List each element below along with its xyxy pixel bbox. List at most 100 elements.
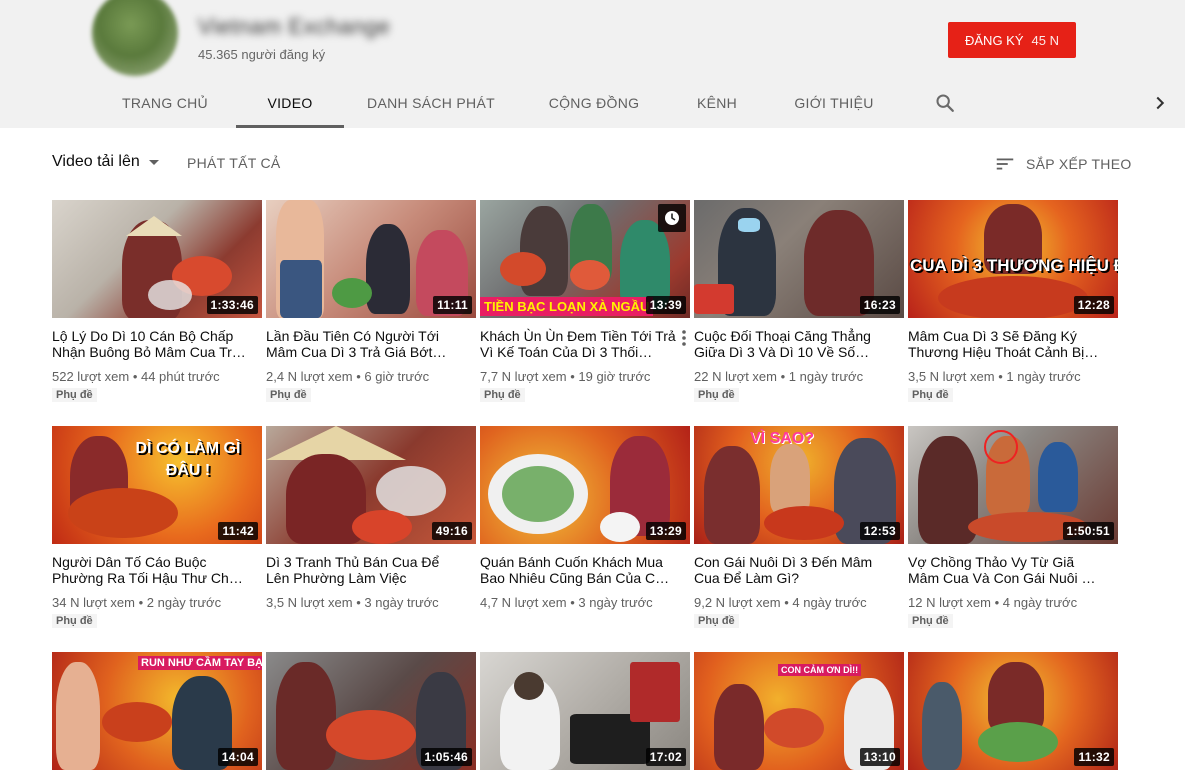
sort-label: SẮP XẾP THEO xyxy=(1026,156,1132,172)
video-duration: 1:33:46 xyxy=(206,296,258,314)
tab-community[interactable]: CỘNG ĐỒNG xyxy=(538,80,650,128)
sort-icon xyxy=(996,158,1014,170)
subtitles-badge: Phụ đề xyxy=(52,614,97,628)
subtitles-badge: Phụ đề xyxy=(266,388,311,402)
video-thumbnail[interactable]: 1:05:46 xyxy=(266,652,476,770)
video-thumbnail[interactable]: 49:16 xyxy=(266,426,476,544)
thumbnail-overlay-text: DÌ CÓ LÀM GÌ ĐÂU ! xyxy=(135,440,241,479)
video-title[interactable]: Dì 3 Tranh Thủ Bán Cua Để Lên Phường Làm… xyxy=(266,554,476,586)
video-thumbnail[interactable]: 13:29 xyxy=(480,426,690,544)
video-thumbnail[interactable]: RUN NHƯ CẦM TAY BẠN TRAI 14:04 xyxy=(52,652,262,770)
video-duration: 12:53 xyxy=(859,522,900,540)
view-count: 7,7 N lượt xem xyxy=(480,369,567,384)
video-card[interactable]: CON CẢM ƠN DÌ!! 13:10 xyxy=(694,652,904,770)
video-duration: 14:04 xyxy=(217,748,258,766)
uploads-label: Video tải lên xyxy=(52,153,140,170)
subtitles-badge: Phụ đề xyxy=(694,614,739,628)
video-title[interactable]: Người Dân Tố Cáo Buộc Phường Ra Tối Hậu … xyxy=(52,554,262,586)
video-duration: 13:10 xyxy=(859,748,900,766)
chevron-right-icon[interactable] xyxy=(1149,92,1171,114)
video-title[interactable]: Khách Ùn Ùn Đem Tiền Tới Trả Vì Kế Toán … xyxy=(480,328,690,360)
subscribe-label: ĐĂNG KÝ xyxy=(965,32,1024,48)
video-meta: 7,7 N lượt xem • 19 giờ trước xyxy=(480,369,651,384)
tab-playlists[interactable]: DANH SÁCH PHÁT xyxy=(358,80,504,128)
video-card[interactable]: 17:02 xyxy=(480,652,690,770)
upload-age: 6 giờ trước xyxy=(364,369,430,384)
upload-age: 4 ngày trước xyxy=(1002,595,1078,610)
video-duration: 13:39 xyxy=(645,296,686,314)
view-count: 4,7 N lượt xem xyxy=(480,595,567,610)
video-thumbnail[interactable]: 11:32 xyxy=(908,652,1118,770)
video-duration: 12:28 xyxy=(1073,296,1114,314)
video-title[interactable]: Mâm Cua Dì 3 Sẽ Đăng Ký Thương Hiệu Thoá… xyxy=(908,328,1118,360)
video-card[interactable]: 49:16 Dì 3 Tranh Thủ Bán Cua Để Lên Phườ… xyxy=(266,426,476,610)
video-title[interactable]: Lộ Lý Do Dì 10 Cán Bộ Chấp Nhận Buông Bỏ… xyxy=(52,328,262,360)
video-meta: 3,5 N lượt xem • 1 ngày trước xyxy=(908,369,1081,384)
video-duration: 13:29 xyxy=(645,522,686,540)
video-thumbnail[interactable]: 1:33:46 xyxy=(52,200,262,318)
video-title[interactable]: Quán Bánh Cuốn Khách Mua Bao Nhiêu Cũng … xyxy=(480,554,690,586)
video-card[interactable]: 16:23 Cuộc Đối Thoại Căng Thẳng Giữa Dì … xyxy=(694,200,904,403)
more-vert-icon[interactable] xyxy=(678,328,690,348)
video-meta: 522 lượt xem • 44 phút trước xyxy=(52,369,220,384)
video-thumbnail[interactable]: 17:02 xyxy=(480,652,690,770)
video-card[interactable]: VÌ SAO? 12:53 Con Gái Nuôi Dì 3 Đến Mâm … xyxy=(694,426,904,629)
view-count: 9,2 N lượt xem xyxy=(694,595,781,610)
video-card[interactable]: TIỀN BẠC LOẠN XÀ NGẦU 13:39 Khách Ùn Ùn … xyxy=(480,200,690,403)
caret-down-icon xyxy=(148,160,159,165)
play-all-button[interactable]: PHÁT TẤT CẢ xyxy=(187,155,281,171)
upload-age: 1 ngày trước xyxy=(788,369,864,384)
video-title[interactable]: Cuộc Đối Thoại Căng Thẳng Giữa Dì 3 Và D… xyxy=(694,328,904,360)
video-meta: 4,7 N lượt xem • 3 ngày trước xyxy=(480,595,653,610)
video-card[interactable]: CUA DÌ 3 THƯƠNG HIỆU ĐỘC QUYỀN 12:28 Mâm… xyxy=(908,200,1118,403)
video-title[interactable]: Vợ Chồng Thảo Vy Từ Giã Mâm Cua Và Con G… xyxy=(908,554,1118,586)
video-thumbnail[interactable]: TIỀN BẠC LOẠN XÀ NGẦU 13:39 xyxy=(480,200,690,318)
subtitles-badge: Phụ đề xyxy=(908,614,953,628)
view-count: 522 lượt xem xyxy=(52,369,130,384)
tab-home[interactable]: TRANG CHỦ xyxy=(108,80,222,128)
video-card[interactable]: 11:32 xyxy=(908,652,1118,770)
video-duration: 11:32 xyxy=(1074,748,1114,766)
video-thumbnail[interactable]: VÌ SAO? 12:53 xyxy=(694,426,904,544)
video-card[interactable]: DÌ CÓ LÀM GÌ ĐÂU ! 11:42 Người Dân Tố Cá… xyxy=(52,426,262,629)
video-thumbnail[interactable]: 1:50:51 xyxy=(908,426,1118,544)
video-card[interactable]: 1:50:51 Vợ Chồng Thảo Vy Từ Giã Mâm Cua … xyxy=(908,426,1118,629)
video-title[interactable]: Con Gái Nuôi Dì 3 Đến Mâm Cua Để Làm Gì? xyxy=(694,554,904,586)
video-thumbnail[interactable]: DÌ CÓ LÀM GÌ ĐÂU ! 11:42 xyxy=(52,426,262,544)
video-duration: 16:23 xyxy=(859,296,900,314)
thumbnail-overlay-text: CON CẢM ƠN DÌ!! xyxy=(778,664,862,676)
upload-age: 1 ngày trước xyxy=(1006,369,1081,384)
sort-by-button[interactable]: SẮP XẾP THEO xyxy=(994,153,1132,175)
video-card[interactable]: 13:29 Quán Bánh Cuốn Khách Mua Bao Nhiêu… xyxy=(480,426,690,610)
video-duration: 11:42 xyxy=(218,522,258,540)
video-meta: 12 N lượt xem • 4 ngày trước xyxy=(908,595,1078,610)
watch-later-button[interactable] xyxy=(658,204,686,232)
subtitles-badge: Phụ đề xyxy=(908,388,953,402)
search-icon[interactable] xyxy=(934,92,956,114)
upload-age: 3 ngày trước xyxy=(364,595,439,610)
tab-about[interactable]: GIỚI THIỆU xyxy=(784,80,884,128)
channel-name[interactable]: Vietnam Exchange xyxy=(198,14,390,40)
upload-age: 3 ngày trước xyxy=(578,595,653,610)
video-thumbnail[interactable]: 11:11 xyxy=(266,200,476,318)
video-card[interactable]: RUN NHƯ CẦM TAY BẠN TRAI 14:04 xyxy=(52,652,262,770)
video-thumbnail[interactable]: CUA DÌ 3 THƯƠNG HIỆU ĐỘC QUYỀN 12:28 xyxy=(908,200,1118,318)
video-card[interactable]: 1:05:46 xyxy=(266,652,476,770)
subscribe-button[interactable]: ĐĂNG KÝ 45 N xyxy=(948,22,1076,58)
view-count: 2,4 N lượt xem xyxy=(266,369,353,384)
tab-videos[interactable]: VIDEO xyxy=(236,80,344,128)
thumbnail-overlay-text: RUN NHƯ CẦM TAY BẠN TRAI xyxy=(138,656,262,670)
video-card[interactable]: 1:33:46 Lộ Lý Do Dì 10 Cán Bộ Chấp Nhận … xyxy=(52,200,262,403)
view-count: 22 N lượt xem xyxy=(694,369,777,384)
video-thumbnail[interactable]: CON CẢM ƠN DÌ!! 13:10 xyxy=(694,652,904,770)
video-duration: 11:11 xyxy=(433,296,472,314)
uploads-dropdown[interactable]: Video tải lên xyxy=(52,153,160,171)
subtitles-badge: Phụ đề xyxy=(52,388,97,402)
subscribe-count: 45 N xyxy=(1031,32,1059,48)
tab-channels[interactable]: KÊNH xyxy=(684,80,750,128)
channel-avatar[interactable] xyxy=(92,0,178,76)
video-card[interactable]: 11:11 Lần Đầu Tiên Có Người Tới Mâm Cua … xyxy=(266,200,476,403)
video-thumbnail[interactable]: 16:23 xyxy=(694,200,904,318)
video-title[interactable]: Lần Đầu Tiên Có Người Tới Mâm Cua Dì 3 T… xyxy=(266,328,476,360)
thumbnail-overlay-text: VÌ SAO? xyxy=(750,430,815,447)
